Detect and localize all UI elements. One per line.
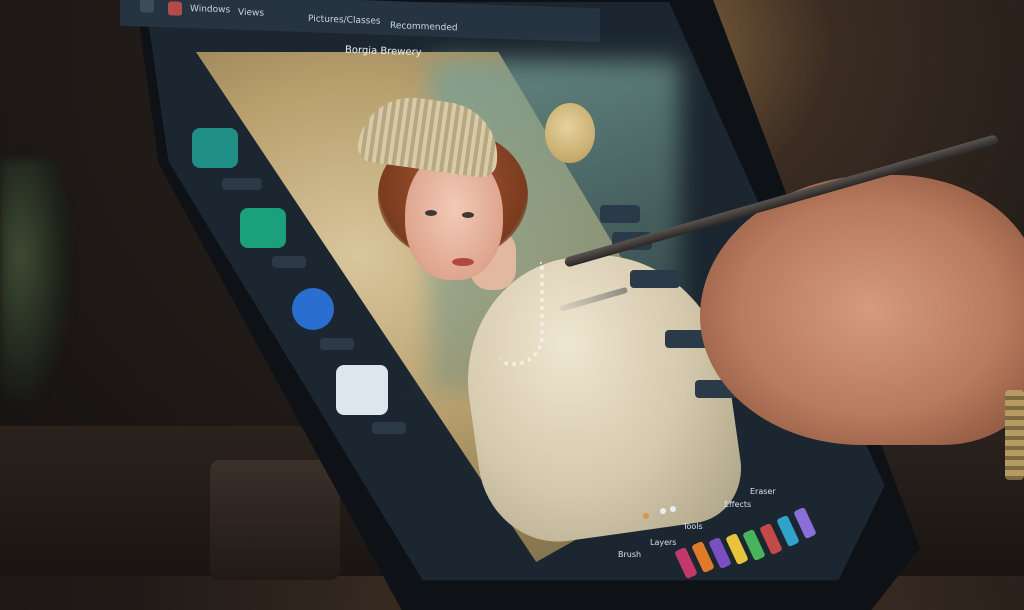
toolbar-label[interactable]: Layers [650, 538, 676, 547]
left-tool-sidebar [192, 60, 406, 520]
toolbar-label[interactable]: Tools [683, 522, 703, 531]
tool-label [272, 256, 306, 268]
bracelet [1005, 390, 1024, 480]
toolbar-label[interactable]: Eraser [750, 487, 776, 496]
page-dot[interactable] [660, 508, 666, 514]
toolbar-label[interactable]: Effects [724, 500, 751, 509]
tool-button[interactable] [240, 208, 286, 248]
portrait-lips [452, 258, 474, 266]
tool-label [372, 422, 406, 434]
tool-label [222, 178, 262, 190]
toolbar-label[interactable]: Brush [618, 550, 641, 559]
record-icon[interactable] [168, 1, 182, 16]
portrait-eye [462, 212, 474, 218]
topbar-item[interactable]: Windows [190, 4, 230, 15]
tool-button[interactable] [192, 128, 238, 168]
topbar-item[interactable]: Recommended [390, 21, 458, 33]
page-dot[interactable] [670, 506, 676, 512]
page-dot[interactable] [643, 513, 649, 519]
topbar-item[interactable]: Views [238, 8, 264, 19]
tool-button[interactable] [292, 288, 334, 330]
tool-button[interactable] [336, 365, 388, 415]
portrait-eye [425, 210, 437, 216]
tool-label [320, 338, 354, 350]
property-row[interactable] [630, 270, 680, 288]
property-row[interactable] [600, 205, 640, 223]
menu-icon[interactable] [140, 0, 154, 13]
topbar-item[interactable]: Pictures/Classes [308, 14, 381, 27]
plant [0, 160, 70, 400]
